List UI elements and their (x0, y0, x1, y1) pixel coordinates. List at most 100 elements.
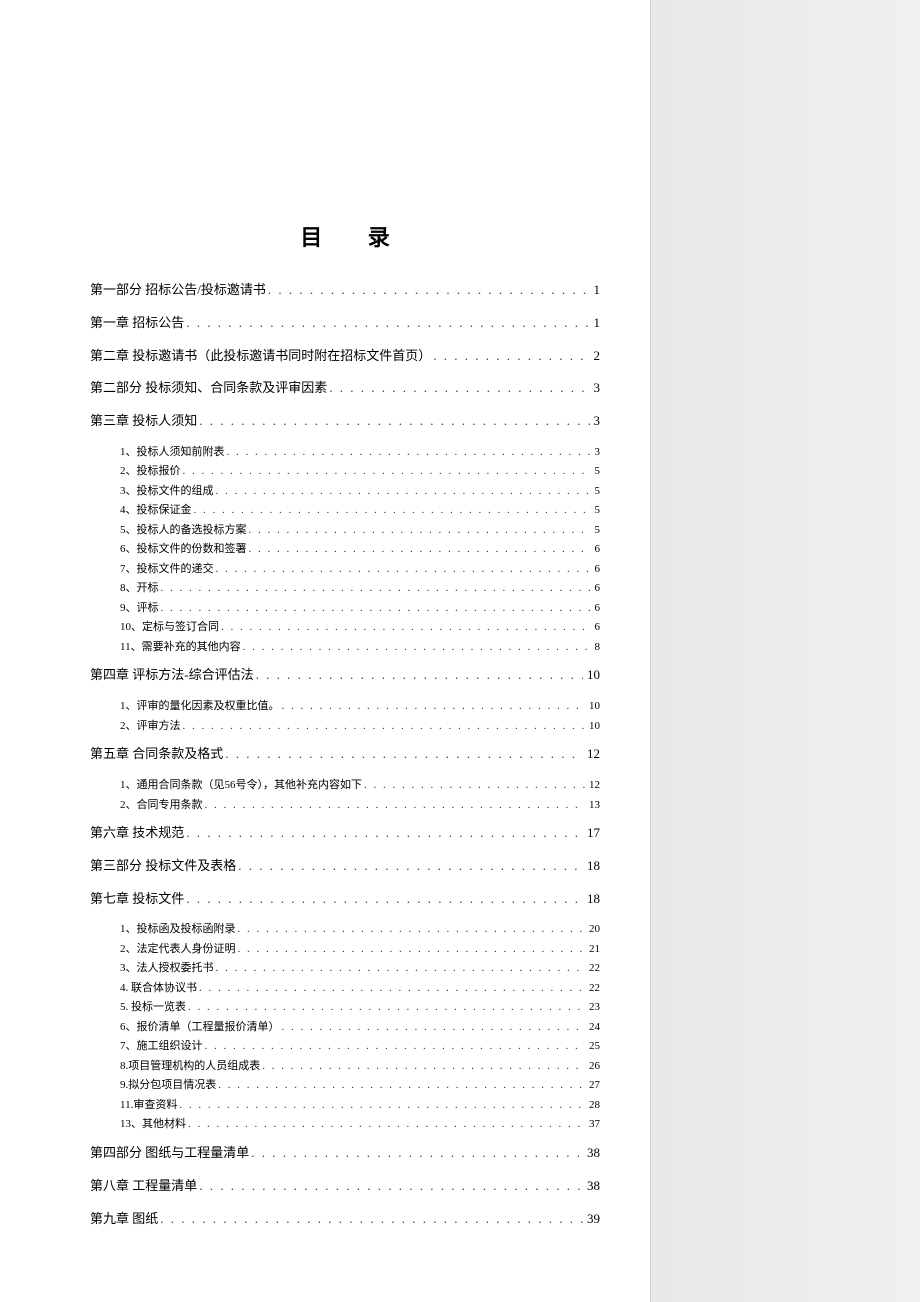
toc-dots: . . . . . . . . . . . . . . . . . . . . … (186, 889, 583, 910)
toc-sub-label: 1、通用合同条款（见56号令），其他补充内容如下 (120, 777, 362, 794)
toc-label: 第四章 评标方法-综合评估法 (90, 665, 254, 686)
toc-sub-page: 6 (593, 541, 601, 558)
toc-dots: . . . . . . . . . . . . . . . . . . . . … (282, 1019, 586, 1036)
toc-dots: . . . . . . . . . . . . . . . . . . . . … (251, 1143, 583, 1164)
toc-dots: . . . . . . . . . . . . . . . . . . . . … (199, 1176, 583, 1197)
toc-entry-sub: 6、投标文件的份数和签署. . . . . . . . . . . . . . … (90, 541, 600, 558)
toc-entry-main: 第七章 投标文件. . . . . . . . . . . . . . . . … (90, 889, 600, 910)
toc-dots: . . . . . . . . . . . . . . . . . . . . … (262, 1058, 585, 1075)
toc-entry-sub: 9、评标. . . . . . . . . . . . . . . . . . … (90, 600, 600, 617)
toc-dots: . . . . . . . . . . . . . . . . . . . . … (205, 797, 586, 814)
toc-label: 第五章 合同条款及格式 (90, 744, 223, 765)
toc-dots: . . . . . . . . . . . . . . . . . . . . … (183, 718, 586, 735)
toc-dots: . . . . . . . . . . . . . . . . . . . . … (205, 1038, 586, 1055)
toc-sub-page: 21 (587, 941, 600, 958)
toc-sub-label: 3、法人授权委托书 (120, 960, 214, 977)
toc-label: 第三部分 投标文件及表格 (90, 856, 236, 877)
page-wrapper: 目 录 第一部分 招标公告/投标邀请书. . . . . . . . . . .… (0, 0, 920, 1302)
toc-label: 第二章 投标邀请书（此投标邀请书同时附在招标文件首页） (90, 346, 431, 367)
toc-entry-main: 第一章 招标公告. . . . . . . . . . . . . . . . … (90, 313, 600, 334)
toc-sub-label: 11.审查资料 (120, 1097, 177, 1114)
toc-label: 第六章 技术规范 (90, 823, 184, 844)
toc-entry-sub: 11.审查资料. . . . . . . . . . . . . . . . .… (90, 1097, 600, 1114)
toc-sub-page: 27 (587, 1077, 600, 1094)
toc-entry-sub: 8、开标. . . . . . . . . . . . . . . . . . … (90, 580, 600, 597)
toc-entry-sub: 2、评审方法. . . . . . . . . . . . . . . . . … (90, 718, 600, 735)
toc-sub-label: 11、需要补充的其他内容 (120, 639, 241, 656)
toc-sub-label: 4、投标保证金 (120, 502, 192, 519)
toc-page: 38 (585, 1176, 600, 1197)
toc-entry-sub: 5. 投标一览表. . . . . . . . . . . . . . . . … (90, 999, 600, 1016)
toc-entry-main: 第二章 投标邀请书（此投标邀请书同时附在招标文件首页）. . . . . . .… (90, 346, 600, 367)
toc-sub-label: 9.拟分包项目情况表 (120, 1077, 216, 1094)
toc-sub-page: 5 (593, 522, 601, 539)
toc-dots: . . . . . . . . . . . . . . . . . . . . … (218, 1077, 585, 1094)
toc-entry-sub: 4. 联合体协议书. . . . . . . . . . . . . . . .… (90, 980, 600, 997)
toc-entry-sub: 1、通用合同条款（见56号令），其他补充内容如下. . . . . . . . … (90, 777, 600, 794)
toc-sub-label: 2、评审方法 (120, 718, 181, 735)
toc-dots: . . . . . . . . . . . . . . . . . . . . … (329, 378, 589, 399)
toc-dots: . . . . . . . . . . . . . . . . . . . . … (238, 921, 586, 938)
toc-entry-main: 第三章 投标人须知. . . . . . . . . . . . . . . .… (90, 411, 600, 432)
document-page: 目 录 第一部分 招标公告/投标邀请书. . . . . . . . . . .… (0, 0, 650, 1302)
toc-entry-sub: 2、合同专用条款. . . . . . . . . . . . . . . . … (90, 797, 600, 814)
toc-page: 1 (592, 313, 601, 334)
toc-sub-label: 6、投标文件的份数和签署 (120, 541, 247, 558)
toc-sub-label: 7、投标文件的递交 (120, 561, 214, 578)
toc-sub-label: 3、投标文件的组成 (120, 483, 214, 500)
toc-page: 3 (592, 378, 601, 399)
toc-entry-main: 第三部分 投标文件及表格. . . . . . . . . . . . . . … (90, 856, 600, 877)
toc-subgroup: 1、通用合同条款（见56号令），其他补充内容如下 . . . . . . . . … (90, 777, 600, 813)
toc-dots: . . . . . . . . . . . . . . . . . . . . … (216, 960, 586, 977)
toc-sub-page: 10 (587, 698, 600, 715)
toc-dots: . . . . . . . . . . . . . . . . . . . . … (249, 522, 591, 539)
toc-sub-page: 8 (593, 639, 601, 656)
toc-dots: . . . . . . . . . . . . . . . . . . . . … (179, 1097, 585, 1114)
toc-sub-label: 6、报价清单（工程量报价清单） (120, 1019, 280, 1036)
toc-sub-page: 5 (593, 463, 601, 480)
toc-entry-main: 第九章 图纸. . . . . . . . . . . . . . . . . … (90, 1209, 600, 1230)
toc-entry-sub: 1、评审的量化因素及权重比值。. . . . . . . . . . . . .… (90, 698, 600, 715)
toc-label: 第一章 招标公告 (90, 313, 184, 334)
toc-entry-main: 第四部分 图纸与工程量清单. . . . . . . . . . . . . .… (90, 1143, 600, 1164)
toc-page: 18 (585, 856, 600, 877)
toc-dots: . . . . . . . . . . . . . . . . . . . . … (199, 980, 585, 997)
toc-sub-page: 22 (587, 980, 600, 997)
toc-sub-page: 6 (593, 561, 601, 578)
toc-entry-sub: 11、需要补充的其他内容. . . . . . . . . . . . . . … (90, 639, 600, 656)
toc-sub-page: 20 (587, 921, 600, 938)
toc-sub-label: 2、合同专用条款 (120, 797, 203, 814)
toc-sub-label: 13、其他材料 (120, 1116, 186, 1133)
toc-sub-label: 1、投标函及投标函附录 (120, 921, 236, 938)
toc-sub-label: 1、投标人须知前附表 (120, 444, 225, 461)
toc-label: 第七章 投标文件 (90, 889, 184, 910)
toc-sub-page: 26 (587, 1058, 600, 1075)
toc-page: 1 (592, 280, 601, 301)
toc-entry-sub: 5、投标人的备选投标方案. . . . . . . . . . . . . . … (90, 522, 600, 539)
toc-dots: . . . . . . . . . . . . . . . . . . . . … (186, 313, 589, 334)
sidebar-strip (650, 0, 920, 1302)
toc-sub-page: 23 (587, 999, 600, 1016)
toc-entry-sub: 7、施工组织设计. . . . . . . . . . . . . . . . … (90, 1038, 600, 1055)
toc-title: 目 录 (90, 220, 600, 252)
toc-label: 第二部分 投标须知、合同条款及评审因素 (90, 378, 327, 399)
toc-entry-sub: 9.拟分包项目情况表. . . . . . . . . . . . . . . … (90, 1077, 600, 1094)
toc-sub-label: 8、开标 (120, 580, 159, 597)
toc-label: 第三章 投标人须知 (90, 411, 197, 432)
toc-page: 10 (585, 665, 600, 686)
toc-entry-sub: 2、法定代表人身份证明. . . . . . . . . . . . . . .… (90, 941, 600, 958)
toc-entry-sub: 3、法人授权委托书. . . . . . . . . . . . . . . .… (90, 960, 600, 977)
toc-subgroup: 1、投标函及投标函附录. . . . . . . . . . . . . . .… (90, 921, 600, 1133)
toc-sub-page: 6 (593, 580, 601, 597)
toc-sub-label: 4. 联合体协议书 (120, 980, 197, 997)
toc-entry-sub: 3、投标文件的组成. . . . . . . . . . . . . . . .… (90, 483, 600, 500)
toc-entry-sub: 8.项目管理机构的人员组成表. . . . . . . . . . . . . … (90, 1058, 600, 1075)
toc-dots: . . . . . . . . . . . . . . . . . . . . … (243, 639, 591, 656)
toc-sub-page: 22 (587, 960, 600, 977)
toc-dots: . . . . . . . . . . . . . . . . . . . . … (268, 280, 590, 301)
toc-dots: . . . . . . . . . . . . . . . . . . . . … (161, 580, 591, 597)
toc-sub-page: 5 (593, 502, 601, 519)
toc-page: 3 (592, 411, 601, 432)
toc-page: 12 (585, 744, 600, 765)
toc-subgroup: 1、投标人须知前附表 . . . . . . . . . . . . . . . … (90, 444, 600, 656)
